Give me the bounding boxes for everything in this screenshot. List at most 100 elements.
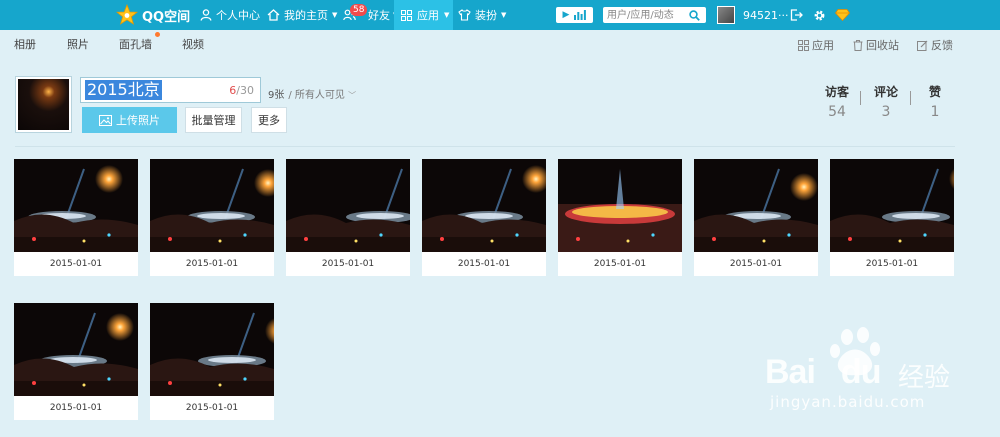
qzone-logo[interactable]: QQ空间 [116, 0, 190, 30]
username[interactable]: 94521··· [743, 0, 788, 30]
photo-card[interactable]: 2015-01-01 [830, 159, 954, 276]
stat-value: 54 [828, 104, 846, 120]
upload-label: 上传照片 [116, 114, 160, 127]
chevron-down-icon: ﹀ [348, 91, 357, 100]
photo-date: 2015-01-01 [457, 259, 511, 269]
stat-divider [860, 91, 861, 105]
photo-thumbnail[interactable] [830, 159, 954, 252]
grid-icon [798, 39, 809, 51]
nav-label: 好友 [368, 9, 390, 22]
photo-thumbnail[interactable] [558, 159, 682, 252]
nav-label: 应用 [417, 9, 439, 22]
friends-notification-badge: 58 [350, 4, 368, 16]
album-cover-image [18, 79, 69, 130]
nav-personal-center[interactable]: 个人中心 [200, 0, 260, 30]
subnav-apps-link[interactable]: 应用 [798, 37, 834, 53]
image-upload-icon [99, 114, 112, 126]
header-divider [15, 146, 955, 147]
photo-thumbnail[interactable] [14, 159, 138, 252]
stat-label: 评论 [873, 85, 898, 99]
visibility-dropdown[interactable]: / 所有人可见 ﹀ [288, 86, 356, 101]
album-cover-thumbnail[interactable] [15, 76, 72, 133]
photo-card[interactable]: 2015-01-01 [558, 159, 682, 276]
home-icon [267, 9, 280, 21]
visitors-stat[interactable]: 访客 54 [817, 83, 857, 120]
top-navigation-bar: QQ空间 个人中心 我的主页 ▼ 好友 ▼ 58 应用 ▼ 装扮 ▼ ▶ 945… [0, 0, 1000, 30]
chevron-down-icon: ▼ [444, 11, 450, 19]
photo-card[interactable]: 2015-01-01 [694, 159, 818, 276]
comments-stat[interactable]: 评论 3 [866, 83, 906, 120]
likes-stat[interactable]: 赞1 [915, 83, 955, 120]
photo-thumbnail[interactable] [422, 159, 546, 252]
equalizer-icon [574, 10, 587, 20]
photo-date: 2015-01-01 [593, 259, 647, 269]
tab-photos[interactable]: 照片 [67, 36, 89, 52]
subnav-right-label: 反馈 [931, 39, 953, 52]
album-title-text[interactable]: 2015北京 [85, 80, 162, 100]
photo-card[interactable]: 2015-01-01 [14, 303, 138, 420]
photo-date: 2015-01-01 [865, 259, 919, 269]
subnav-feedback-link[interactable]: 反馈 [917, 37, 953, 53]
album-subnav: 相册 照片 面孔墙 视频 应用 回收站 反馈 [0, 30, 1000, 56]
photo-thumbnail[interactable] [286, 159, 410, 252]
stat-value: 3 [881, 104, 891, 120]
search-icon[interactable] [689, 9, 700, 21]
watermark-product: 经验 [898, 363, 951, 393]
tab-videos[interactable]: 视频 [182, 36, 204, 52]
album-title-field[interactable]: 2015北京 6/30 [80, 77, 261, 103]
play-icon[interactable]: ▶ [563, 10, 570, 20]
photo-thumbnail[interactable] [14, 303, 138, 396]
photo-thumbnail[interactable] [694, 159, 818, 252]
edit-icon [917, 40, 928, 51]
photo-card[interactable]: 2015-01-01 [150, 159, 274, 276]
photo-card[interactable]: 2015-01-01 [14, 159, 138, 276]
nav-label: 我的主页 [284, 9, 328, 22]
watermark-url: jingyan.baidu.com [770, 393, 926, 411]
photo-date: 2015-01-01 [185, 259, 239, 269]
photo-date: 2015-01-01 [49, 259, 103, 269]
search-box [603, 7, 706, 23]
title-char-count: 6/30 [229, 84, 254, 97]
trash-icon [853, 39, 863, 51]
more-button[interactable]: 更多 [251, 107, 287, 133]
tab-albums[interactable]: 相册 [14, 36, 36, 52]
settings-gear-icon[interactable] [813, 0, 826, 30]
nav-my-homepage[interactable]: 我的主页 ▼ [267, 0, 337, 30]
photo-card[interactable]: 2015-01-01 [286, 159, 410, 276]
chevron-down-icon: ▼ [501, 11, 507, 19]
batch-manage-button[interactable]: 批量管理 [185, 107, 242, 133]
stat-label: 赞 [928, 85, 941, 99]
logo-text: QQ空间 [142, 9, 191, 25]
upload-photos-button[interactable]: 上传照片 [82, 107, 177, 133]
nav-decorate[interactable]: 装扮 ▼ [458, 0, 506, 30]
album-meta: 9张 / 所有人可见 ﹀ [268, 86, 356, 101]
photo-thumbnail[interactable] [150, 159, 274, 252]
logout-icon[interactable] [790, 0, 803, 30]
subnav-right-label: 应用 [812, 39, 834, 52]
photo-date: 2015-01-01 [321, 259, 375, 269]
photo-card[interactable]: 2015-01-01 [422, 159, 546, 276]
chevron-down-icon: ▼ [332, 11, 338, 19]
photo-date: 2015-01-01 [49, 403, 103, 413]
search-input[interactable] [603, 8, 689, 22]
music-player[interactable]: ▶ [556, 7, 593, 23]
vip-diamond-icon[interactable] [835, 0, 850, 30]
photo-date: 2015-01-01 [729, 259, 783, 269]
subnav-right-label: 回收站 [866, 39, 899, 52]
star-logo-icon [116, 4, 138, 25]
user-avatar[interactable] [717, 6, 735, 24]
nav-label: 个人中心 [216, 9, 260, 22]
photo-thumbnail[interactable] [150, 303, 274, 396]
shirt-icon [458, 9, 471, 21]
photo-count: 9张 [268, 90, 285, 101]
watermark-brand: Bai du [765, 353, 881, 392]
subnav-recycle-bin-link[interactable]: 回收站 [853, 37, 899, 53]
nav-label: 装扮 [475, 9, 497, 22]
stat-divider [910, 91, 911, 105]
tab-face-wall[interactable]: 面孔墙 [119, 36, 152, 52]
stat-label: 访客 [824, 85, 849, 99]
person-icon [200, 9, 212, 21]
nav-apps[interactable]: 应用 ▼ [394, 0, 453, 30]
photo-card[interactable]: 2015-01-01 [150, 303, 274, 420]
watermark-brand-bai: Bai [765, 353, 816, 391]
